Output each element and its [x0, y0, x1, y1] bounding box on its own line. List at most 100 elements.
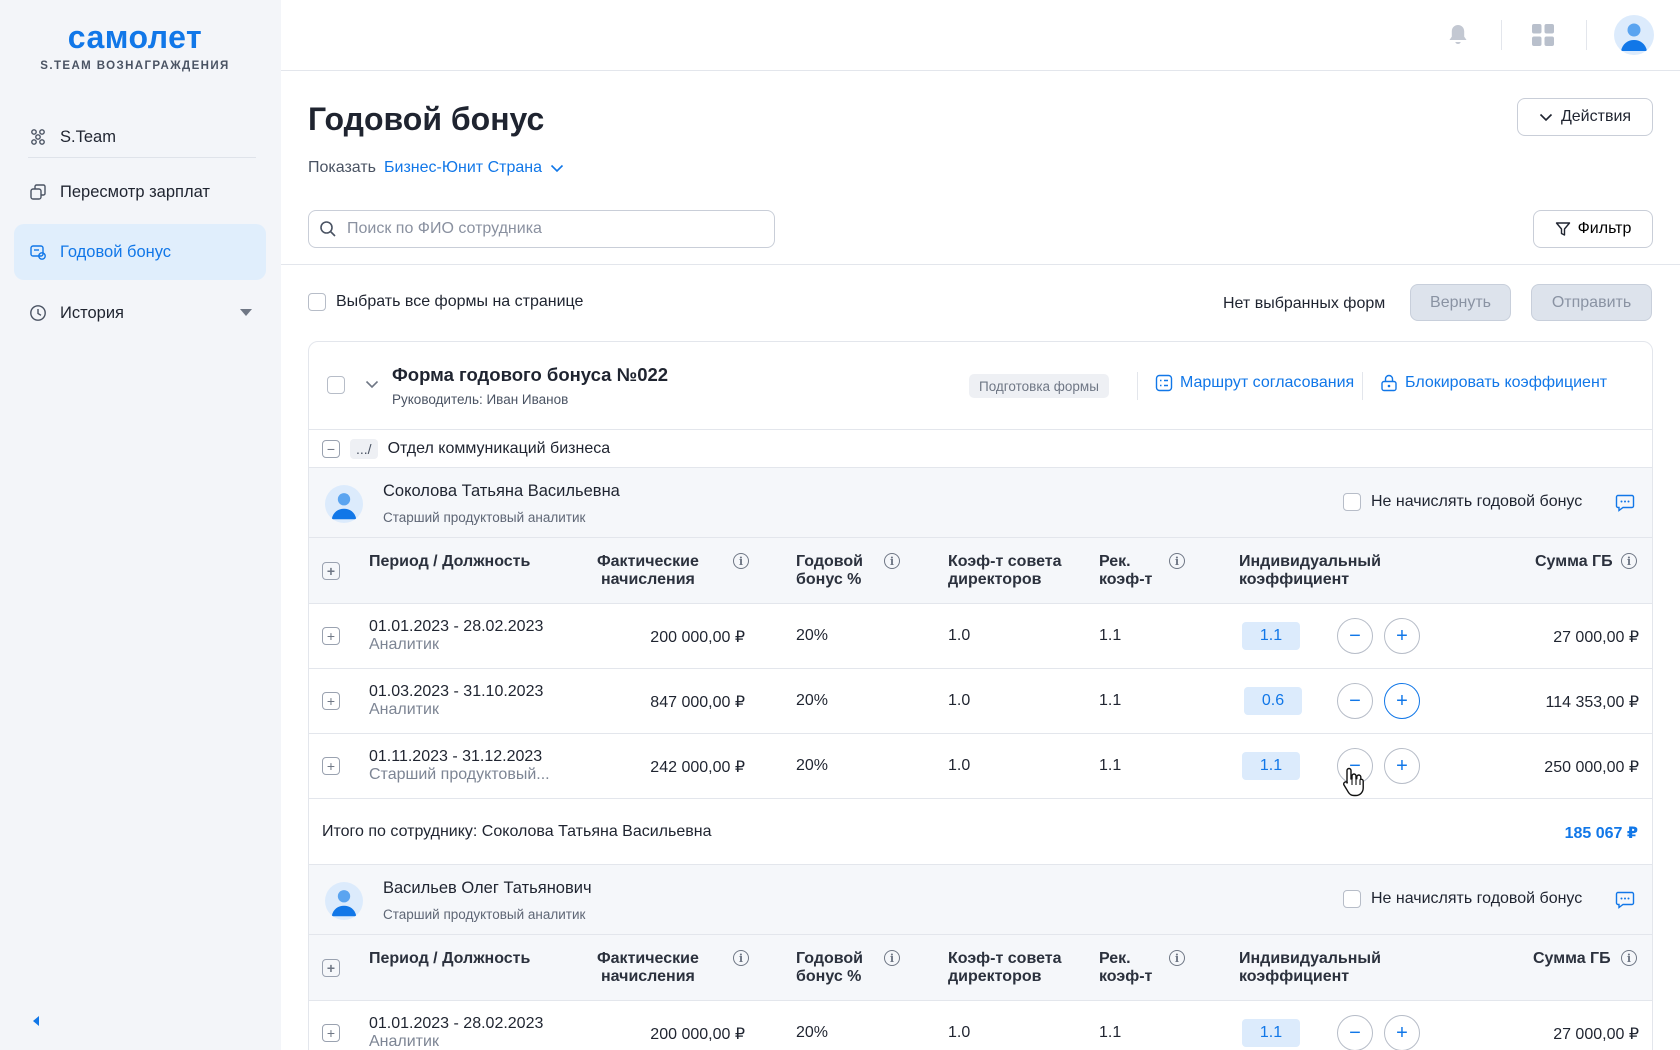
board-cell: 1.0: [948, 757, 971, 774]
info-icon[interactable]: i: [1169, 553, 1185, 569]
increase-coef-button[interactable]: +: [1384, 748, 1420, 784]
return-button[interactable]: Вернуть: [1410, 284, 1511, 321]
lock-coefficient-link[interactable]: Блокировать коэффициент: [1380, 374, 1607, 392]
no-bonus-label: Не начислять годовой бонус: [1371, 493, 1583, 510]
individual-coef-value[interactable]: 1.1: [1242, 622, 1300, 650]
info-icon[interactable]: i: [1169, 950, 1185, 966]
expand-row-button[interactable]: +: [322, 1024, 340, 1042]
sidebar-item-label: Пересмотр зарплат: [60, 182, 210, 201]
col-period: Период / Должность: [369, 950, 531, 967]
select-all-label: Выбрать все формы на странице: [336, 293, 584, 310]
col-rec-coef: Рек. коэф-т: [1099, 553, 1153, 588]
sum-cell: 250 000,00 ₽: [1544, 759, 1639, 776]
form-title: Форма годового бонуса №022: [392, 364, 669, 385]
expand-row-button[interactable]: +: [322, 692, 340, 710]
search-box: [308, 210, 775, 248]
avatar: [325, 485, 363, 523]
period-cell: 01.11.2023 - 31.12.2023 Старший продуктов…: [369, 748, 550, 783]
no-bonus-label: Не начислять годовой бонус: [1371, 890, 1583, 907]
divider: [1137, 372, 1138, 400]
period-cell: 01.01.2023 - 28.02.2023 Аналитик: [369, 618, 544, 653]
filter-label: Фильтр: [1577, 220, 1632, 237]
filter-icon: [1555, 222, 1570, 236]
search-icon: [320, 221, 336, 237]
info-icon[interactable]: i: [733, 553, 749, 569]
rec-cell: 1.1: [1099, 757, 1122, 774]
no-bonus-checkbox[interactable]: [1343, 890, 1361, 908]
col-actual: Фактические начисления: [597, 553, 699, 588]
triangle-left-icon: [33, 1016, 39, 1026]
rec-cell: 1.1: [1099, 1024, 1122, 1041]
breadcrumb[interactable]: .../: [350, 438, 378, 459]
individual-coef-value[interactable]: 0.6: [1244, 687, 1302, 715]
sidebar-item-label: Годовой бонус: [60, 242, 172, 261]
info-icon[interactable]: i: [1621, 950, 1637, 966]
individual-coef-value[interactable]: 1.1: [1242, 1019, 1300, 1047]
lock-coefficient-label: Блокировать коэффициент: [1405, 374, 1608, 391]
decrease-coef-button[interactable]: −: [1337, 1015, 1373, 1050]
business-unit-dropdown[interactable]: Бизнес-Юнит Страна: [384, 159, 564, 177]
increase-coef-button[interactable]: +: [1384, 683, 1420, 719]
bonus-form-card: Форма годового бонуса №022 Руководитель:…: [308, 341, 1653, 1050]
divider: [1362, 372, 1363, 400]
no-bonus-toggle[interactable]: Не начислять годовой бонус: [1343, 890, 1582, 908]
period-cell: 01.03.2023 - 31.10.2023 Аналитик: [369, 683, 544, 718]
collapse-department-button[interactable]: −: [322, 439, 340, 458]
team-icon: [28, 127, 48, 147]
approval-route-label: Маршрут согласования: [1180, 374, 1355, 391]
sidebar-item-salary-review[interactable]: Пересмотр зарплат: [14, 164, 266, 220]
sidebar-item-label: История: [60, 303, 124, 322]
comment-icon[interactable]: [1615, 494, 1635, 512]
approval-route-link[interactable]: Маршрут согласования: [1155, 374, 1354, 392]
apps-grid-icon[interactable]: [1526, 18, 1560, 52]
info-icon[interactable]: i: [884, 950, 900, 966]
filter-button[interactable]: Фильтр: [1533, 210, 1653, 248]
info-icon[interactable]: i: [733, 950, 749, 966]
decrease-coef-button[interactable]: −: [1337, 618, 1373, 654]
employee-role: Старший продуктовый аналитик: [383, 907, 586, 922]
bonus-icon: [28, 242, 48, 262]
topbar-divider: [1586, 20, 1587, 50]
decrease-coef-button[interactable]: −: [1337, 683, 1373, 719]
chevron-down-icon[interactable]: [240, 309, 252, 316]
chevron-down-icon[interactable]: [365, 380, 379, 389]
form-header: Форма годового бонуса №022 Руководитель:…: [309, 342, 1652, 430]
expand-all-button[interactable]: +: [322, 959, 340, 977]
bonus-cell: 20%: [796, 757, 829, 774]
sidebar-item-history[interactable]: История: [14, 285, 266, 341]
user-avatar[interactable]: [1614, 15, 1654, 55]
select-all-checkbox[interactable]: [308, 293, 326, 311]
bell-icon[interactable]: [1441, 18, 1475, 52]
divider: [281, 264, 1680, 265]
sidebar: самолет S.TEAM ВОЗНАГРАЖДЕНИЯ S.Team Пер…: [0, 0, 281, 1050]
sidebar-divider: [28, 157, 256, 158]
info-icon[interactable]: i: [884, 553, 900, 569]
individual-coef-value[interactable]: 1.1: [1242, 752, 1300, 780]
sidebar-item-annual-bonus[interactable]: Годовой бонус: [14, 224, 266, 280]
col-individual-coef: Индивидуальный коэффициент: [1239, 950, 1381, 985]
logo[interactable]: самолет S.TEAM ВОЗНАГРАЖДЕНИЯ: [0, 20, 270, 72]
no-bonus-checkbox[interactable]: [1343, 493, 1361, 511]
status-badge: Подготовка формы: [969, 374, 1109, 398]
avatar: [325, 882, 363, 920]
total-value: 185 067 ₽: [1564, 825, 1638, 842]
actions-button[interactable]: Действия: [1517, 98, 1653, 136]
increase-coef-button[interactable]: +: [1384, 1015, 1420, 1050]
no-bonus-toggle[interactable]: Не начислять годовой бонус: [1343, 493, 1582, 511]
search-input[interactable]: [347, 220, 747, 238]
collapse-sidebar-button[interactable]: [28, 1013, 44, 1029]
table-header: + Период / Должность Фактические начислен…: [309, 935, 1652, 1001]
expand-row-button[interactable]: +: [322, 757, 340, 775]
send-button[interactable]: Отправить: [1531, 284, 1652, 321]
increase-coef-button[interactable]: +: [1384, 618, 1420, 654]
copy-icon: [28, 182, 48, 202]
form-checkbox[interactable]: [327, 376, 345, 394]
expand-all-button[interactable]: +: [322, 562, 340, 580]
select-all-forms[interactable]: Выбрать все формы на странице: [308, 293, 583, 311]
comment-icon[interactable]: [1615, 891, 1635, 909]
info-icon[interactable]: i: [1621, 553, 1637, 569]
actions-label: Действия: [1560, 108, 1632, 125]
table-row: + 01.11.2023 - 31.12.2023 Старший продукт…: [309, 734, 1652, 799]
expand-row-button[interactable]: +: [322, 627, 340, 645]
decrease-coef-button[interactable]: −: [1337, 748, 1373, 784]
